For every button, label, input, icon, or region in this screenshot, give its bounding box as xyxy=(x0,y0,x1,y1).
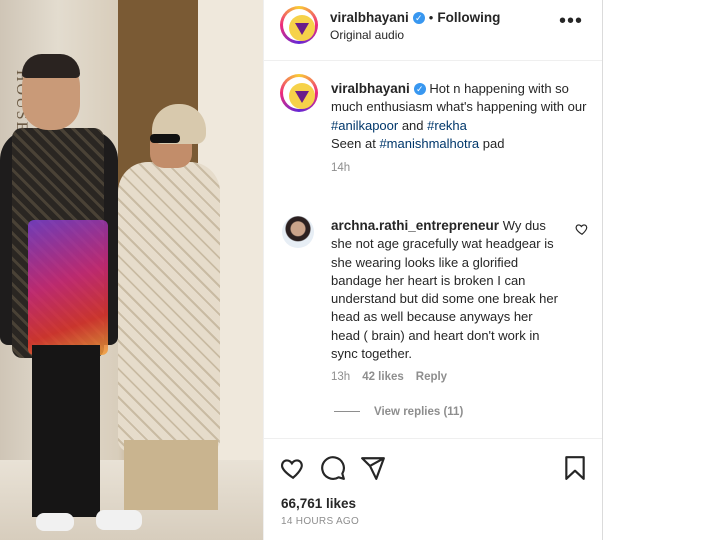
original-audio-link[interactable]: Original audio xyxy=(330,28,404,42)
photo-sunglasses xyxy=(150,134,180,143)
caption-avatar[interactable] xyxy=(280,74,318,112)
caption-text-3: Seen at xyxy=(331,135,380,151)
caption-text-4: pad xyxy=(479,135,505,151)
reply-button[interactable]: Reply xyxy=(416,371,447,383)
photo-woman-shawl xyxy=(118,162,220,452)
header-title-row: viralbhayani ✓ • Following xyxy=(330,9,500,27)
comment: archna.rathi_entrepreneur Wy dus she not… xyxy=(331,217,559,363)
bookmark-icon[interactable] xyxy=(562,455,588,481)
photo-shoe-right xyxy=(96,510,142,530)
viral-logo-icon xyxy=(289,15,315,41)
caption: viralbhayani ✓ Hot n happening with so mu… xyxy=(331,80,587,177)
photo-scarf-colors xyxy=(28,220,108,355)
caption-time[interactable]: 14h xyxy=(331,159,587,177)
page-background xyxy=(602,0,720,540)
caption-username[interactable]: viralbhayani xyxy=(331,81,410,96)
separator-dot: • xyxy=(428,10,434,25)
more-options-icon[interactable]: ••• xyxy=(559,10,583,33)
photo-man-hair xyxy=(22,54,80,78)
commenter-username[interactable]: archna.rathi_entrepreneur xyxy=(331,218,499,233)
share-icon[interactable] xyxy=(360,455,386,481)
comment-meta: 13h 42 likes Reply xyxy=(331,371,459,383)
verified-badge-icon: ✓ xyxy=(413,83,426,95)
photo-man-legs xyxy=(32,345,100,517)
like-count[interactable]: 66,761 likes xyxy=(281,496,356,511)
photo-woman-skirt xyxy=(124,440,218,510)
comment-like-heart-icon[interactable] xyxy=(575,222,589,236)
author-avatar[interactable] xyxy=(280,6,318,44)
verified-badge-icon: ✓ xyxy=(412,12,425,24)
hashtag-anilkapoor[interactable]: #anilkapoor xyxy=(331,118,398,133)
comment-body: Wy dus she not age gracefully wat headge… xyxy=(331,218,558,362)
post-header: viralbhayani ✓ • Following Original audio •… xyxy=(264,0,603,61)
post-photo[interactable]: HOUSE xyxy=(0,0,263,540)
caption-text-2: and xyxy=(398,117,428,133)
heart-icon[interactable] xyxy=(280,455,306,481)
post-timestamp[interactable]: 14 HOURS AGO xyxy=(281,516,359,527)
photo-shoe-left xyxy=(36,513,74,531)
viral-logo-icon xyxy=(289,83,315,109)
post-panel: viralbhayani ✓ • Following Original audio •… xyxy=(263,0,603,540)
action-bar xyxy=(264,438,603,495)
commenter-avatar[interactable] xyxy=(282,216,314,248)
author-username[interactable]: viralbhayani xyxy=(330,10,409,25)
following-button[interactable]: Following xyxy=(437,10,500,25)
comment-likes[interactable]: 42 likes xyxy=(362,371,404,383)
hashtag-rekha[interactable]: #rekha xyxy=(427,118,467,133)
view-replies-button[interactable]: View replies (11) xyxy=(334,406,463,418)
comment-time[interactable]: 13h xyxy=(331,371,350,383)
comment-icon[interactable] xyxy=(320,455,346,481)
hashtag-manishmalhotra[interactable]: #manishmalhotra xyxy=(379,136,479,151)
